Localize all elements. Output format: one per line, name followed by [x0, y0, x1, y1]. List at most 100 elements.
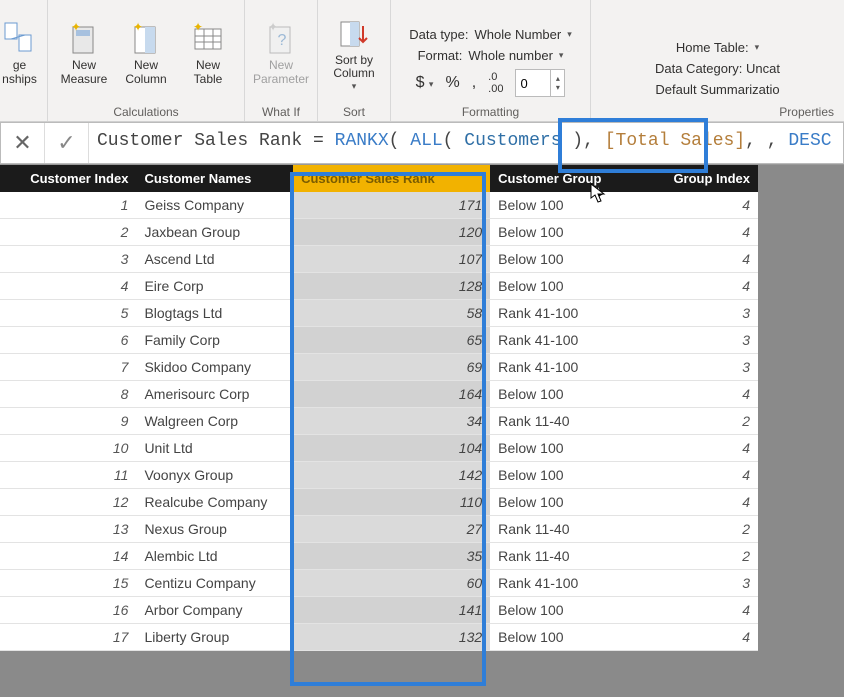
cell-group-index[interactable]: 4: [637, 219, 758, 246]
cell-customer-index[interactable]: 5: [0, 300, 136, 327]
cell-customer-group[interactable]: Rank 41-100: [490, 354, 637, 381]
cell-customer-name[interactable]: Blogtags Ltd: [136, 300, 293, 327]
cell-customer-name[interactable]: Skidoo Company: [136, 354, 293, 381]
cell-customer-name[interactable]: Arbor Company: [136, 597, 293, 624]
cell-customer-name[interactable]: Ascend Ltd: [136, 246, 293, 273]
cell-customer-name[interactable]: Family Corp: [136, 327, 293, 354]
table-row[interactable]: 3Ascend Ltd107Below 1004: [0, 246, 758, 273]
new-column-button[interactable]: ✦ New Column: [118, 21, 174, 87]
data-category-dropdown[interactable]: Data Category: Uncat: [655, 61, 780, 76]
table-row[interactable]: 7Skidoo Company69Rank 41-1003: [0, 354, 758, 381]
sort-by-column-button[interactable]: Sort by Column ▾: [326, 16, 382, 92]
decimal-places-spinner[interactable]: ▴▾: [515, 69, 565, 97]
table-row[interactable]: 15Centizu Company60Rank 41-1003: [0, 570, 758, 597]
cell-customer-index[interactable]: 16: [0, 597, 136, 624]
cell-customer-sales-rank[interactable]: 110: [293, 489, 490, 516]
cell-customer-name[interactable]: Amerisourc Corp: [136, 381, 293, 408]
table-row[interactable]: 12Realcube Company110Below 1004: [0, 489, 758, 516]
table-row[interactable]: 6Family Corp65Rank 41-1003: [0, 327, 758, 354]
cell-customer-sales-rank[interactable]: 69: [293, 354, 490, 381]
cell-customer-group[interactable]: Below 100: [490, 246, 637, 273]
cell-customer-index[interactable]: 8: [0, 381, 136, 408]
table-row[interactable]: 5Blogtags Ltd58Rank 41-1003: [0, 300, 758, 327]
cell-group-index[interactable]: 3: [637, 570, 758, 597]
cell-customer-name[interactable]: Walgreen Corp: [136, 408, 293, 435]
cell-customer-index[interactable]: 1: [0, 192, 136, 219]
format-dropdown[interactable]: Format: Whole number ▾: [418, 48, 564, 63]
cell-customer-group[interactable]: Rank 41-100: [490, 300, 637, 327]
thousands-button[interactable]: ,: [472, 74, 476, 92]
cell-group-index[interactable]: 2: [637, 543, 758, 570]
cell-customer-sales-rank[interactable]: 65: [293, 327, 490, 354]
cell-customer-group[interactable]: Below 100: [490, 192, 637, 219]
percent-button[interactable]: %: [445, 74, 459, 92]
cell-customer-index[interactable]: 14: [0, 543, 136, 570]
cell-customer-sales-rank[interactable]: 58: [293, 300, 490, 327]
cell-customer-group[interactable]: Below 100: [490, 489, 637, 516]
cell-customer-sales-rank[interactable]: 141: [293, 597, 490, 624]
cell-customer-sales-rank[interactable]: 60: [293, 570, 490, 597]
cell-customer-index[interactable]: 3: [0, 246, 136, 273]
cell-customer-sales-rank[interactable]: 171: [293, 192, 490, 219]
table-row[interactable]: 13Nexus Group27Rank 11-402: [0, 516, 758, 543]
cell-customer-index[interactable]: 11: [0, 462, 136, 489]
cell-customer-group[interactable]: Below 100: [490, 219, 637, 246]
cell-customer-sales-rank[interactable]: 35: [293, 543, 490, 570]
cell-customer-group[interactable]: Below 100: [490, 435, 637, 462]
default-summarization-dropdown[interactable]: Default Summarizatio: [655, 82, 779, 97]
cell-customer-sales-rank[interactable]: 120: [293, 219, 490, 246]
cell-group-index[interactable]: 4: [637, 489, 758, 516]
cell-customer-index[interactable]: 13: [0, 516, 136, 543]
table-row[interactable]: 17Liberty Group132Below 1004: [0, 624, 758, 651]
cancel-formula-button[interactable]: ✕: [1, 123, 45, 163]
column-header-group-index[interactable]: Group Index: [637, 165, 758, 192]
cell-customer-name[interactable]: Alembic Ltd: [136, 543, 293, 570]
table-row[interactable]: 14Alembic Ltd35Rank 11-402: [0, 543, 758, 570]
cell-customer-index[interactable]: 6: [0, 327, 136, 354]
cell-group-index[interactable]: 3: [637, 354, 758, 381]
column-header-customer-index[interactable]: Customer Index: [0, 165, 136, 192]
manage-relationships-button[interactable]: ge nships: [0, 21, 48, 87]
table-row[interactable]: 8Amerisourc Corp164Below 1004: [0, 381, 758, 408]
cell-customer-group[interactable]: Below 100: [490, 597, 637, 624]
table-row[interactable]: 16Arbor Company141Below 1004: [0, 597, 758, 624]
cell-group-index[interactable]: 2: [637, 516, 758, 543]
cell-customer-name[interactable]: Voonyx Group: [136, 462, 293, 489]
cell-customer-group[interactable]: Rank 11-40: [490, 408, 637, 435]
cell-customer-sales-rank[interactable]: 104: [293, 435, 490, 462]
table-row[interactable]: 4Eire Corp128Below 1004: [0, 273, 758, 300]
cell-group-index[interactable]: 2: [637, 408, 758, 435]
cell-customer-sales-rank[interactable]: 27: [293, 516, 490, 543]
data-type-dropdown[interactable]: Data type: Whole Number ▾: [409, 27, 572, 42]
home-table-dropdown[interactable]: Home Table: ▾: [676, 40, 759, 55]
cell-customer-index[interactable]: 2: [0, 219, 136, 246]
currency-button[interactable]: $ ▾: [416, 74, 434, 92]
cell-group-index[interactable]: 4: [637, 624, 758, 651]
cell-customer-index[interactable]: 17: [0, 624, 136, 651]
cell-customer-group[interactable]: Rank 41-100: [490, 327, 637, 354]
cell-customer-index[interactable]: 7: [0, 354, 136, 381]
column-header-customer-names[interactable]: Customer Names: [136, 165, 293, 192]
cell-customer-group[interactable]: Rank 41-100: [490, 570, 637, 597]
cell-group-index[interactable]: 4: [637, 246, 758, 273]
cell-customer-sales-rank[interactable]: 34: [293, 408, 490, 435]
table-row[interactable]: 1Geiss Company171Below 1004: [0, 192, 758, 219]
cell-customer-group[interactable]: Below 100: [490, 624, 637, 651]
cell-customer-sales-rank[interactable]: 142: [293, 462, 490, 489]
new-measure-button[interactable]: ✦ New Measure: [56, 21, 112, 87]
cell-customer-sales-rank[interactable]: 132: [293, 624, 490, 651]
table-row[interactable]: 11Voonyx Group142Below 1004: [0, 462, 758, 489]
table-row[interactable]: 10Unit Ltd104Below 1004: [0, 435, 758, 462]
cell-customer-name[interactable]: Unit Ltd: [136, 435, 293, 462]
cell-customer-sales-rank[interactable]: 128: [293, 273, 490, 300]
cell-customer-index[interactable]: 4: [0, 273, 136, 300]
table-row[interactable]: 9Walgreen Corp34Rank 11-402: [0, 408, 758, 435]
cell-customer-group[interactable]: Below 100: [490, 381, 637, 408]
cell-customer-group[interactable]: Below 100: [490, 462, 637, 489]
cell-customer-sales-rank[interactable]: 107: [293, 246, 490, 273]
column-header-customer-group[interactable]: Customer Group: [490, 165, 637, 192]
cell-group-index[interactable]: 4: [637, 462, 758, 489]
cell-customer-group[interactable]: Rank 11-40: [490, 543, 637, 570]
cell-customer-name[interactable]: Liberty Group: [136, 624, 293, 651]
cell-customer-sales-rank[interactable]: 164: [293, 381, 490, 408]
